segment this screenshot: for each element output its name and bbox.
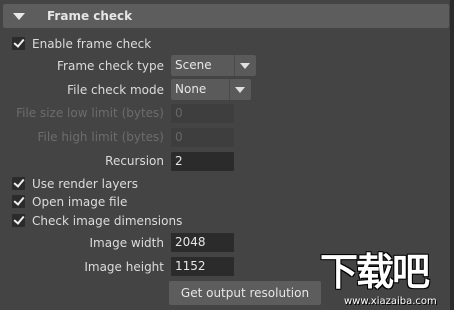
file-check-mode-label: File check mode	[67, 83, 164, 97]
file-high-limit-value: 0	[175, 130, 183, 144]
collapse-triangle-icon[interactable]	[13, 13, 25, 20]
image-height-value: 1152	[175, 259, 206, 273]
file-size-low-limit-value: 0	[175, 106, 183, 120]
use-render-layers-checkbox[interactable]	[12, 177, 25, 190]
dropdown-separator	[234, 55, 235, 76]
enable-frame-check-label: Enable frame check	[32, 37, 152, 51]
section-header[interactable]: Frame check	[3, 4, 449, 28]
file-size-low-limit-label: File size low limit (bytes)	[16, 106, 164, 120]
recursion-label: Recursion	[105, 154, 164, 168]
open-image-file-label: Open image file	[32, 195, 128, 209]
file-size-low-limit-field: 0	[171, 104, 234, 123]
recursion-value: 2	[175, 154, 183, 168]
image-width-field[interactable]: 2048	[171, 233, 234, 252]
use-render-layers-label: Use render layers	[32, 177, 138, 191]
recursion-field[interactable]: 2	[171, 152, 234, 171]
enable-frame-check-checkbox[interactable]	[12, 37, 25, 50]
section-title: Frame check	[47, 9, 133, 23]
file-high-limit-label: File high limit (bytes)	[37, 130, 164, 144]
frame-check-type-value: Scene	[175, 58, 212, 72]
check-image-dimensions-checkbox[interactable]	[12, 214, 25, 227]
frame-check-type-label: Frame check type	[57, 59, 164, 73]
chevron-down-icon[interactable]	[235, 87, 245, 93]
get-output-resolution-button[interactable]: Get output resolution	[169, 281, 321, 305]
scrollbar[interactable]	[450, 0, 454, 310]
image-width-label: Image width	[89, 236, 164, 250]
file-high-limit-field: 0	[171, 128, 234, 147]
image-height-field[interactable]: 1152	[171, 257, 234, 276]
check-image-dimensions-label: Check image dimensions	[32, 214, 183, 228]
image-width-value: 2048	[175, 235, 206, 249]
open-image-file-checkbox[interactable]	[12, 195, 25, 208]
chevron-down-icon[interactable]	[240, 63, 250, 69]
file-check-mode-value: None	[175, 82, 207, 96]
watermark-logo: 下载吧	[320, 250, 430, 294]
watermark-url: www.xiazaiba.com	[344, 296, 437, 307]
image-height-label: Image height	[84, 260, 164, 274]
dropdown-separator	[229, 79, 230, 100]
frame-check-type-dropdown[interactable]: Scene	[171, 55, 256, 76]
file-check-mode-dropdown[interactable]: None	[171, 79, 251, 100]
